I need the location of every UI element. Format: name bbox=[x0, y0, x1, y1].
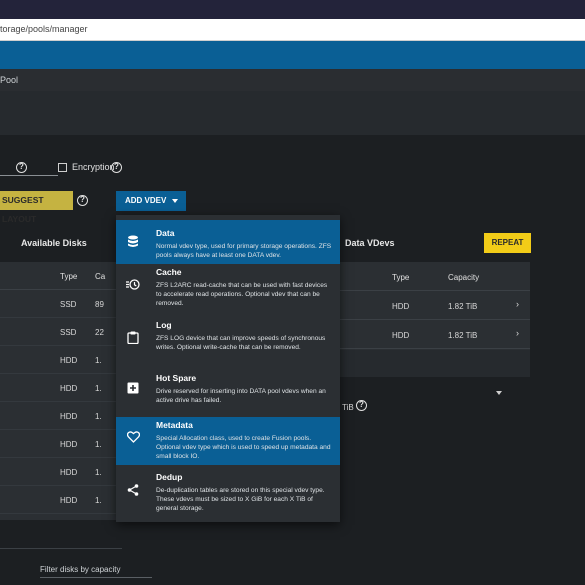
table-row[interactable]: HDD 1. bbox=[0, 430, 122, 458]
menu-item-title: Hot Spare bbox=[156, 373, 197, 383]
database-icon bbox=[126, 235, 140, 249]
disk-type: HDD bbox=[60, 412, 78, 421]
breadcrumb-label: Pool bbox=[0, 75, 19, 85]
filter-capacity-label: Filter disks by capacity bbox=[40, 565, 121, 574]
menu-item-title: Dedup bbox=[156, 472, 183, 482]
disk-type: HDD bbox=[60, 440, 78, 449]
disk-capacity: 1. bbox=[95, 412, 102, 421]
menu-item-desc: ZFS LOG device that can improve speeds o… bbox=[156, 335, 326, 351]
table-row[interactable]: SSD 22 bbox=[0, 318, 122, 346]
app-header bbox=[0, 41, 585, 69]
caret-down-icon[interactable] bbox=[496, 391, 502, 395]
disk-type: HDD bbox=[60, 468, 78, 477]
name-help-icon[interactable]: ? bbox=[16, 162, 27, 173]
disk-type: HDD bbox=[60, 356, 78, 365]
table-row[interactable]: HDD 1. bbox=[0, 374, 122, 402]
table-header: Type Ca bbox=[0, 262, 122, 290]
available-disks-title: Available Disks bbox=[21, 238, 87, 248]
data-vdevs-title: Data VDevs bbox=[345, 238, 395, 248]
menu-item-desc: ZFS L2ARC read-cache that can be used wi… bbox=[156, 282, 328, 307]
menu-item-desc: Special Allocation class, used to create… bbox=[156, 435, 331, 460]
chevron-right-icon[interactable]: › bbox=[516, 328, 519, 338]
disk-capacity: 1. bbox=[95, 356, 102, 365]
disk-type: SSD bbox=[60, 300, 77, 309]
disk-type: HDD bbox=[60, 496, 78, 505]
menu-item-data[interactable]: Data Normal vdev type, used for primary … bbox=[116, 220, 340, 264]
address-url[interactable]: torage/pools/manager bbox=[0, 24, 88, 34]
menu-item-hot-spare[interactable]: Hot Spare Drive reserved for inserting i… bbox=[116, 366, 340, 417]
table-row[interactable]: HDD 1.82 TiB › bbox=[340, 291, 530, 320]
disk-capacity: 1. bbox=[95, 468, 102, 477]
data-vdevs-table: Type Capacity HDD 1.82 TiB › HDD 1.82 Ti… bbox=[340, 262, 530, 377]
share-icon bbox=[126, 484, 140, 498]
menu-item-metadata[interactable]: Metadata Special Allocation class, used … bbox=[116, 417, 340, 465]
menu-item-title: Cache bbox=[156, 267, 182, 277]
caret-down-icon bbox=[172, 199, 178, 203]
repeat-button[interactable]: REPEAT bbox=[484, 233, 531, 253]
disk-capacity: 1. bbox=[95, 496, 102, 505]
suggest-layout-button[interactable]: SUGGEST LAYOUT bbox=[0, 191, 73, 224]
menu-item-dedup[interactable]: Dedup De-duplication tables are stored o… bbox=[116, 465, 340, 520]
heart-icon bbox=[126, 431, 140, 445]
encryption-checkbox[interactable] bbox=[58, 163, 67, 172]
table-header: Type Capacity bbox=[340, 262, 530, 291]
filter-capacity-input[interactable] bbox=[40, 577, 152, 578]
table-row[interactable]: HDD 1. bbox=[0, 458, 122, 486]
menu-item-desc: Drive reserved for inserting into DATA p… bbox=[156, 388, 326, 404]
address-bar[interactable]: torage/pools/manager bbox=[0, 19, 585, 41]
table-row[interactable]: SSD 89 bbox=[0, 290, 122, 318]
menu-item-log[interactable]: Log ZFS LOG device that can improve spee… bbox=[116, 316, 340, 366]
col-type[interactable]: Type bbox=[60, 272, 77, 281]
suggest-help-icon[interactable]: ? bbox=[77, 195, 88, 206]
available-disks-table: Type Ca SSD 89 SSD 22 HDD 1. HDD 1. HDD … bbox=[0, 262, 122, 520]
disk-type: HDD bbox=[60, 384, 78, 393]
disk-type: SSD bbox=[60, 328, 77, 337]
capacity-help-icon[interactable]: ? bbox=[356, 400, 367, 411]
clipboard-icon bbox=[126, 331, 140, 345]
table-row[interactable]: HDD 1. bbox=[0, 346, 122, 374]
menu-item-title: Data bbox=[156, 228, 175, 238]
col-capacity[interactable]: Capacity bbox=[448, 273, 479, 282]
add-vdev-label: ADD VDEV bbox=[125, 196, 167, 205]
divider bbox=[0, 548, 122, 549]
menu-item-title: Metadata bbox=[156, 420, 193, 430]
menu-item-desc: Normal vdev type, used for primary stora… bbox=[156, 243, 332, 259]
vdev-disk-type: HDD bbox=[392, 331, 410, 340]
encryption-help-icon[interactable]: ? bbox=[111, 162, 122, 173]
browser-titlebar bbox=[0, 0, 585, 19]
page-subheader bbox=[0, 91, 585, 135]
table-row[interactable]: HDD 1. bbox=[0, 486, 122, 514]
col-type[interactable]: Type bbox=[392, 273, 409, 282]
disk-capacity: 22 bbox=[95, 328, 104, 337]
menu-item-cache[interactable]: Cache ZFS L2ARC read-cache that can be u… bbox=[116, 264, 340, 316]
vdev-disk-type: HDD bbox=[392, 302, 410, 311]
disk-capacity: 1. bbox=[95, 384, 102, 393]
add-vdev-button[interactable]: ADD VDEV bbox=[116, 191, 186, 211]
pool-name-field[interactable] bbox=[0, 175, 58, 176]
menu-item-desc: De-duplication tables are stored on this… bbox=[156, 487, 325, 512]
estimated-capacity-unit: TiB bbox=[342, 403, 354, 412]
table-row[interactable]: HDD 1.82 TiB › bbox=[340, 320, 530, 349]
plus-box-icon bbox=[126, 382, 140, 396]
vdev-disk-capacity: 1.82 TiB bbox=[448, 331, 478, 340]
encryption-label: Encryption bbox=[72, 162, 115, 172]
vdev-disk-capacity: 1.82 TiB bbox=[448, 302, 478, 311]
breadcrumb: Pool bbox=[0, 69, 585, 91]
col-capacity[interactable]: Ca bbox=[95, 272, 105, 281]
disk-capacity: 1. bbox=[95, 440, 102, 449]
table-footer bbox=[340, 350, 530, 377]
disk-capacity: 89 bbox=[95, 300, 104, 309]
menu-item-title: Log bbox=[156, 320, 172, 330]
add-vdev-menu: Data Normal vdev type, used for primary … bbox=[116, 215, 340, 522]
table-row[interactable]: HDD 1. bbox=[0, 402, 122, 430]
chevron-right-icon[interactable]: › bbox=[516, 299, 519, 309]
cache-icon bbox=[126, 278, 140, 292]
